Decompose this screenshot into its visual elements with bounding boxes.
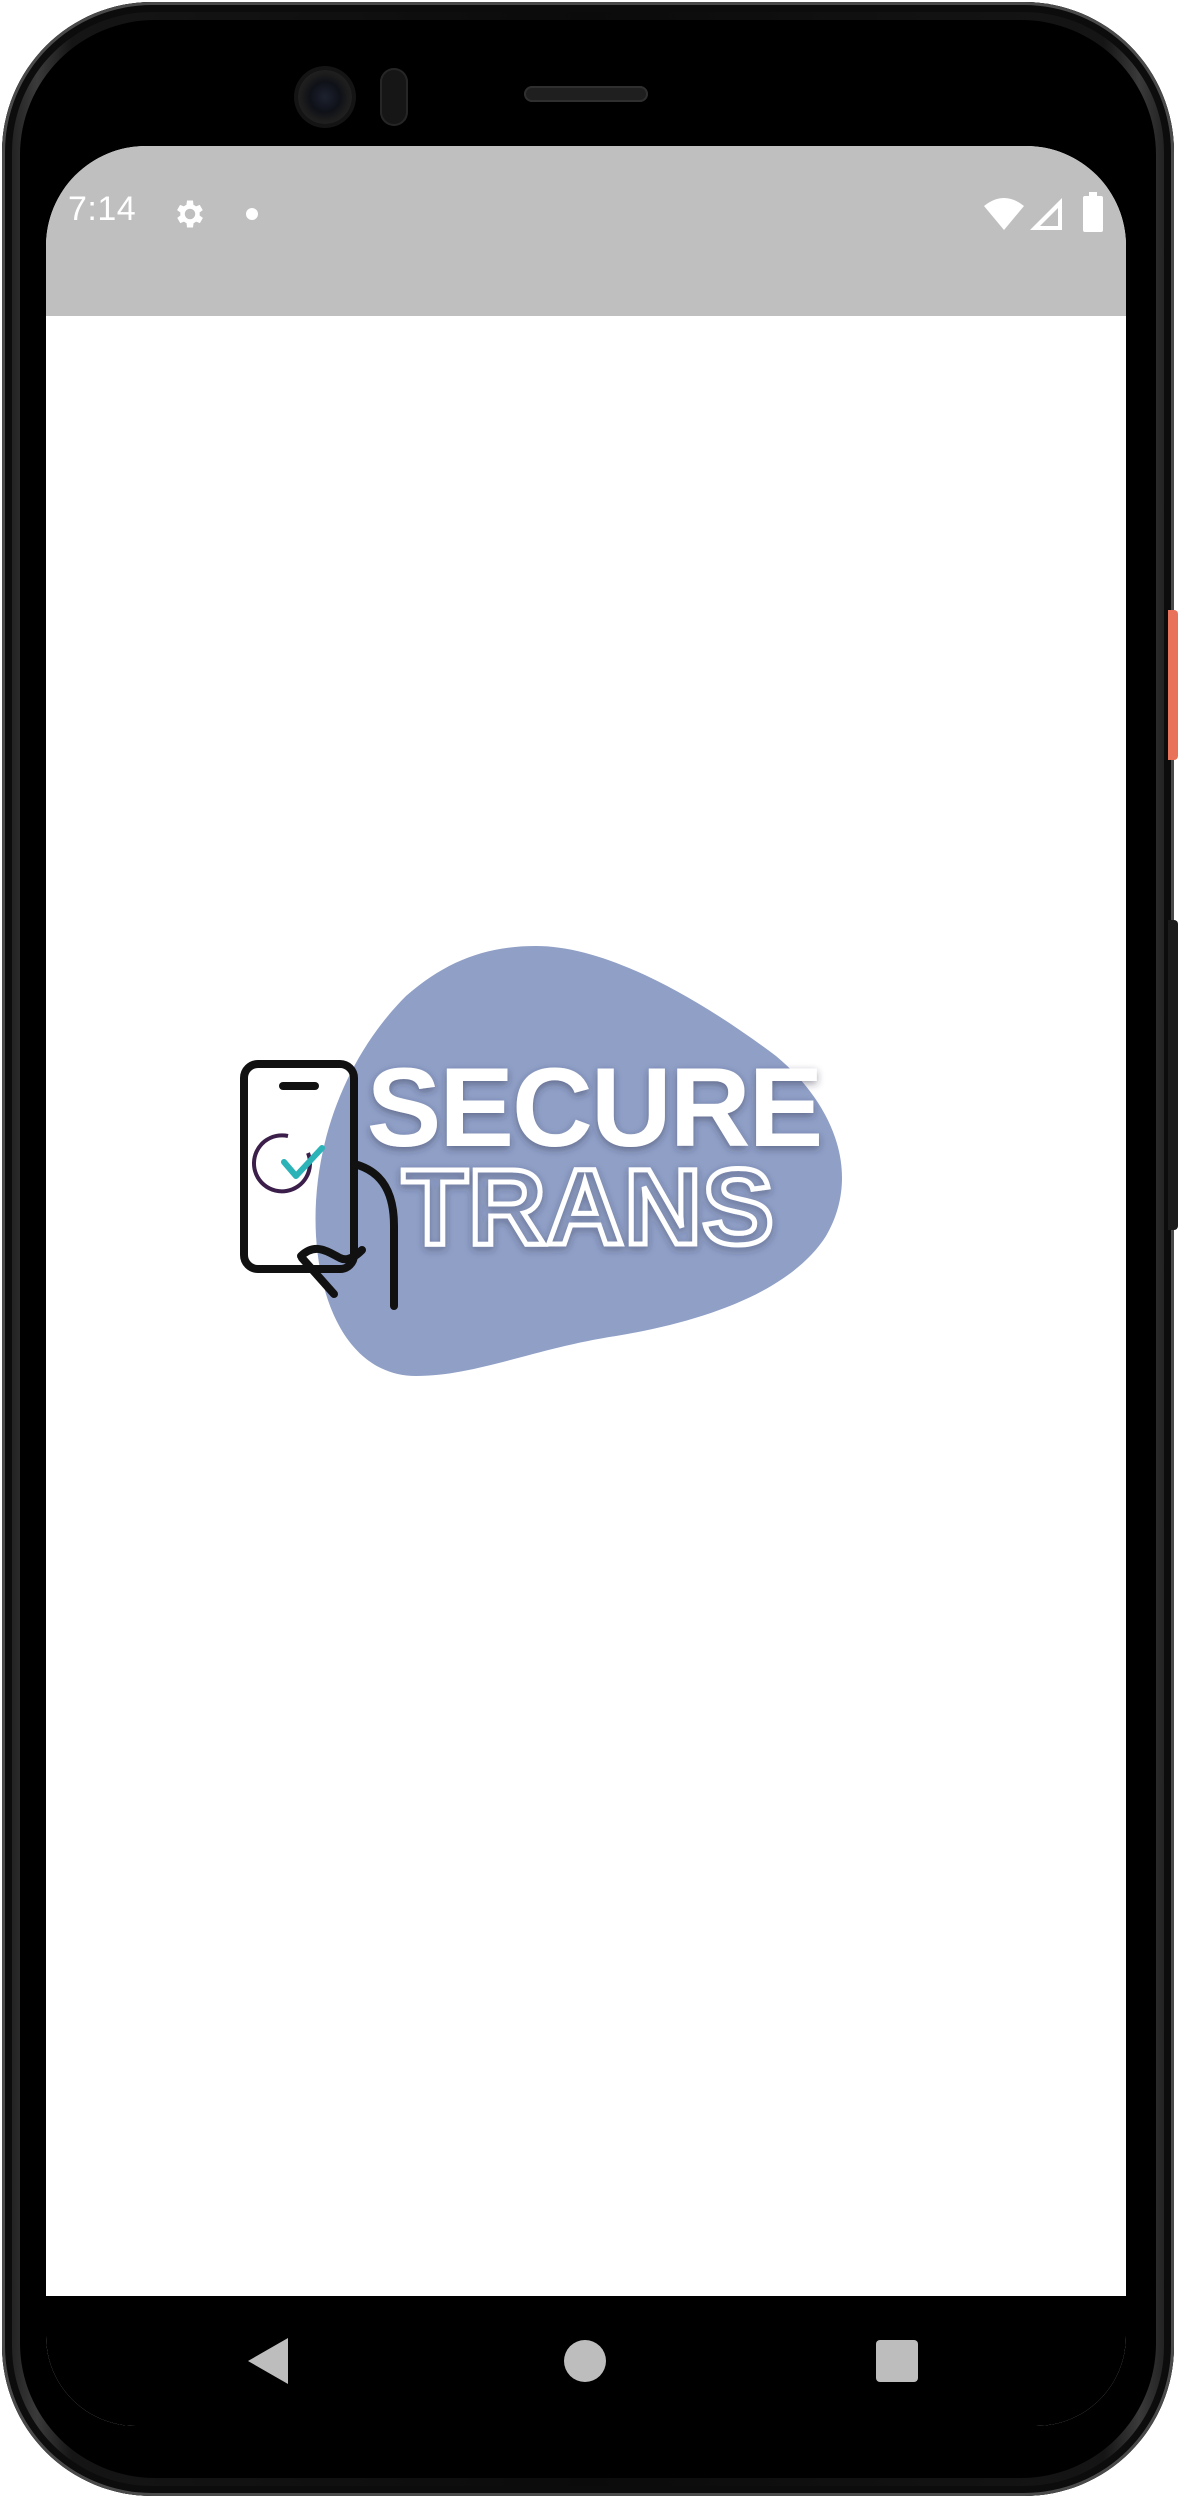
gear-icon <box>177 200 203 228</box>
status-bar: 7:14 <box>46 146 1126 316</box>
back-icon[interactable] <box>246 2336 290 2386</box>
signal-icon <box>1030 198 1062 230</box>
screen: 7:14 SECURE TRANS <box>46 146 1126 2426</box>
proximity-sensor <box>380 68 408 126</box>
app-logo: SECURE TRANS <box>240 946 842 1376</box>
splash-content: SECURE TRANS <box>46 316 1126 2296</box>
navigation-bar <box>46 2296 1126 2426</box>
recents-icon[interactable] <box>876 2340 918 2382</box>
home-icon[interactable] <box>564 2340 606 2382</box>
earpiece-speaker <box>524 86 648 102</box>
wifi-icon <box>984 198 1024 230</box>
power-button <box>1168 610 1178 760</box>
battery-icon <box>1083 192 1103 232</box>
notification-dot-icon <box>246 208 258 220</box>
device-screenshot: 7:14 SECURE TRANS <box>0 0 1178 2498</box>
front-camera <box>298 70 352 124</box>
volume-button <box>1168 920 1178 1230</box>
status-time: 7:14 <box>68 190 137 228</box>
logo-line-trans: TRANS <box>402 1146 774 1267</box>
